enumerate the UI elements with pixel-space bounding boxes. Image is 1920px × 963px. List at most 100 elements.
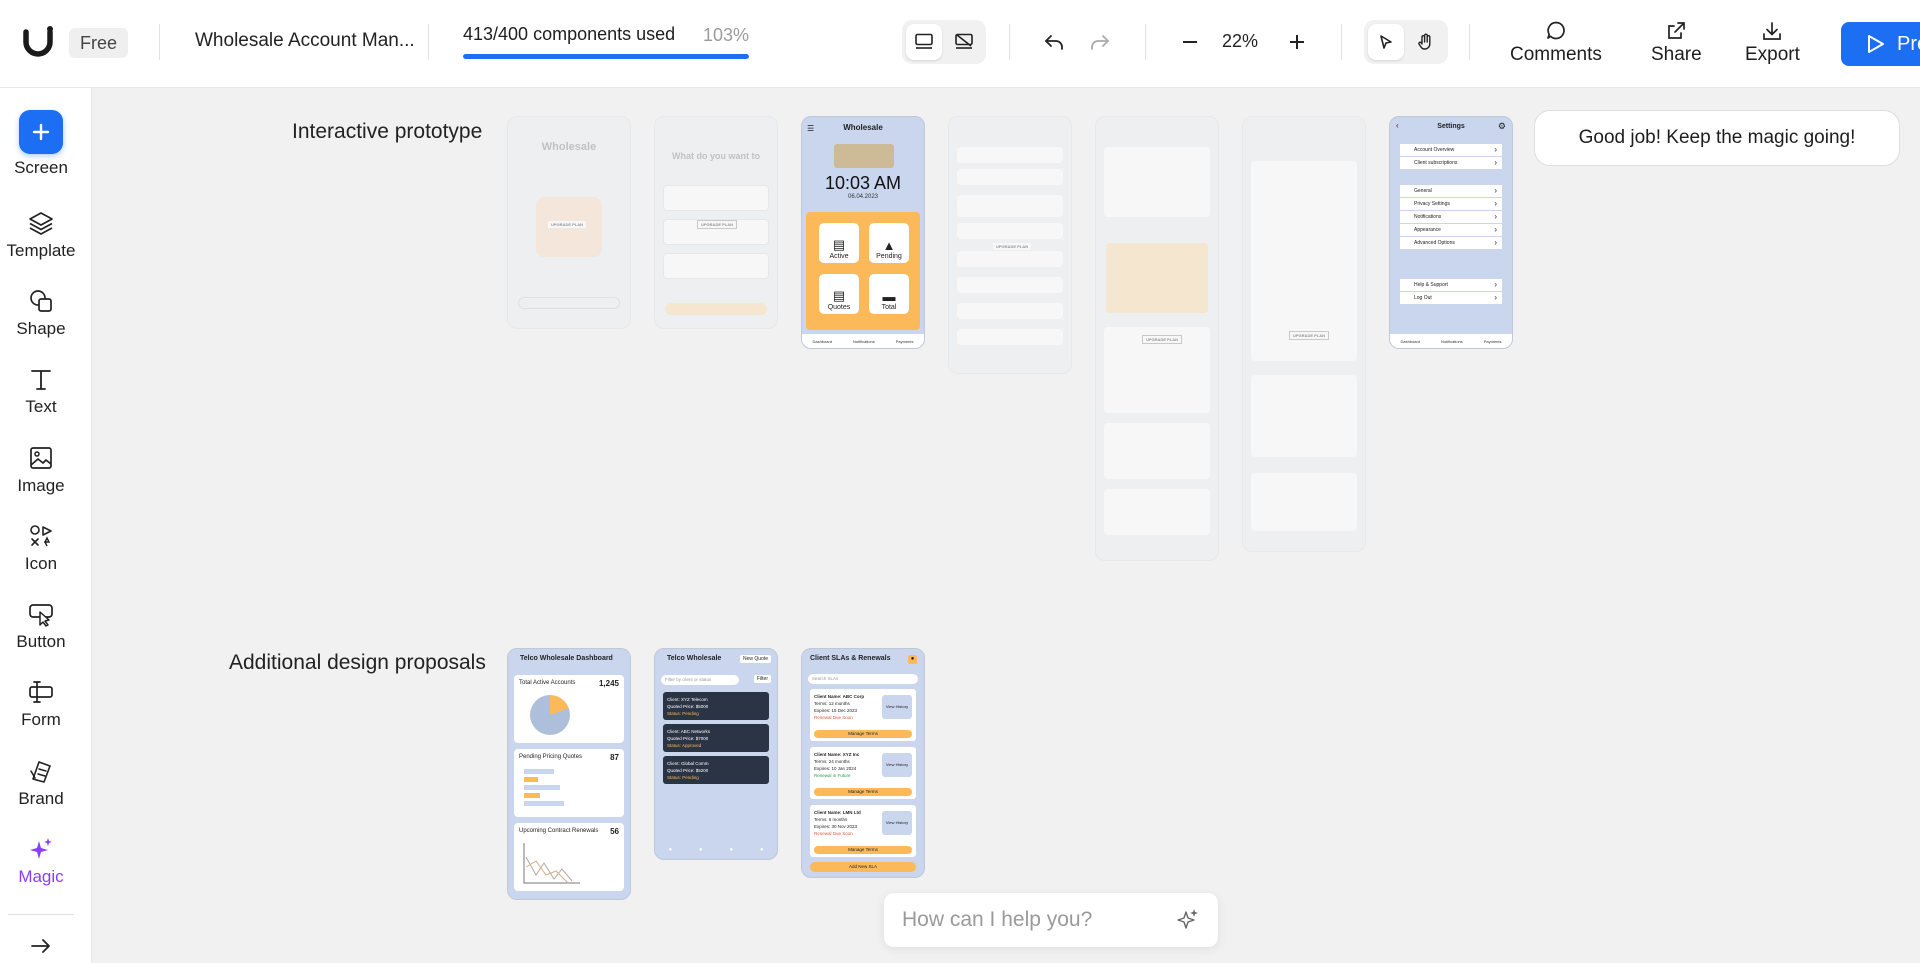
add-sla-button[interactable]: Add New SLA (810, 862, 916, 872)
comments-button[interactable]: Comments (1510, 20, 1602, 66)
get-started-button[interactable] (518, 297, 620, 309)
hide-ui-view-button[interactable] (946, 24, 982, 60)
upgrade-badge[interactable]: UPGRADE PLAN (697, 220, 738, 229)
screen-frame-profile[interactable]: UPGRADE PLAN (1242, 116, 1366, 552)
list-item[interactable] (957, 251, 1063, 267)
view-history-button[interactable]: View History (882, 811, 912, 835)
nav-item-dashboard[interactable]: Dashboard (812, 339, 832, 344)
upgrade-badge[interactable]: UPGRADE PLAN (1289, 331, 1330, 340)
zoom-level[interactable]: 22% (1222, 31, 1258, 52)
stat-card[interactable]: Upcoming Contract Renewals 56 (514, 823, 624, 891)
screen-frame-alerts[interactable]: UPGRADE PLAN (948, 116, 1072, 374)
stat-card[interactable]: Total Active Accounts 1,245 (514, 675, 624, 743)
settings-row[interactable]: Advanced Options (1400, 237, 1502, 249)
zoom-out-button[interactable] (1174, 26, 1206, 58)
search-input[interactable]: Filter by client or status (661, 675, 739, 685)
new-quote-button[interactable]: New Quote (739, 655, 771, 663)
sidebar-item-button[interactable]: Button (0, 600, 82, 652)
status-card-quotes[interactable]: ▤ Quotes (819, 274, 859, 314)
back-icon[interactable]: ‹ (1396, 121, 1399, 130)
settings-row[interactable]: Help & Support (1400, 279, 1502, 291)
nav-item-payments[interactable]: Payments (896, 339, 914, 344)
settings-row[interactable]: Notifications (1400, 211, 1502, 223)
sidebar-item-shape[interactable]: Shape (0, 287, 82, 339)
quote-card[interactable]: Client: XYZ Telecom Quoted Price: $5000 … (663, 692, 769, 720)
gear-icon[interactable]: ⚙ (1498, 121, 1506, 132)
filter-button[interactable]: Filter (753, 675, 771, 683)
present-button[interactable]: Pre (1841, 22, 1920, 66)
project-name[interactable]: Wholesale Account Man... (195, 30, 415, 52)
upgrade-badge[interactable]: UPGRADE PLAN (993, 243, 1032, 250)
proposal-frame-slas[interactable]: Client SLAs & Renewals ● Search SLAs Cli… (801, 648, 925, 878)
status-card-pending[interactable]: ▲ Pending (869, 223, 909, 263)
proposal-frame-dashboard[interactable]: Telco Wholesale Dashboard Total Active A… (507, 648, 631, 900)
hand-tool-button[interactable] (1408, 24, 1444, 60)
desktop-view-button[interactable] (906, 24, 942, 60)
list-item[interactable] (957, 169, 1063, 185)
share-button[interactable]: Share (1651, 20, 1702, 66)
export-button[interactable]: Export (1745, 20, 1800, 66)
ai-chat-input[interactable] (902, 908, 1174, 932)
manage-terms-button[interactable]: Manage Terms (814, 788, 912, 796)
nav-item-notifications[interactable]: Notifications (1441, 339, 1463, 344)
usage-meter[interactable]: 413/400 components used 103% (463, 24, 749, 59)
option-card[interactable] (663, 253, 769, 279)
screen-frame-welcome[interactable]: Wholesale UPGRADE PLAN (507, 116, 631, 329)
sidebar-item-text[interactable]: Text (0, 365, 82, 417)
upgrade-badge[interactable]: UPGRADE PLAN (548, 221, 587, 228)
settings-row[interactable]: Account Overview (1400, 144, 1502, 156)
list-item[interactable] (957, 147, 1063, 163)
quote-card[interactable]: Client: ABC Networks Quoted Price: $7000… (663, 724, 769, 752)
settings-row[interactable]: Client subscriptions (1400, 157, 1502, 169)
screen-frame-options[interactable]: What do you want to UPGRADE PLAN (654, 116, 778, 329)
list-item[interactable] (957, 195, 1063, 217)
nav-item-payments[interactable]: Payments (1484, 339, 1502, 344)
sidebar-item-screen[interactable]: Screen (0, 110, 82, 178)
list-item[interactable] (957, 303, 1063, 319)
status-card-total[interactable]: ▬ Total (869, 274, 909, 314)
search-input[interactable]: Search SLAs (808, 674, 918, 684)
proceed-button[interactable] (665, 303, 767, 315)
sidebar-item-brand[interactable]: Brand (0, 757, 82, 809)
expand-sidebar-button[interactable] (0, 936, 82, 956)
sla-card[interactable]: Client Name: XYZ Inc Terms: 24 months Ex… (810, 747, 916, 799)
settings-row[interactable]: Log Out (1400, 292, 1502, 304)
view-history-button[interactable]: View History (882, 695, 912, 719)
add-screen-button[interactable] (19, 110, 63, 154)
nav-item-notifications[interactable]: Notifications (853, 339, 875, 344)
screen-frame-home[interactable]: Wholesale ☰ 10:03 AM 06.04.2023 ▤ Active … (801, 116, 925, 349)
quote-card[interactable]: Client: Global Comm Quoted Price: $5200 … (663, 756, 769, 784)
bell-icon[interactable]: ● (908, 655, 917, 664)
manage-terms-button[interactable]: Manage Terms (814, 846, 912, 854)
select-tool-button[interactable] (1368, 24, 1404, 60)
sidebar-item-template[interactable]: Template (0, 209, 82, 261)
screen-frame-settings[interactable]: Settings ‹ ⚙ Account Overview Client sub… (1389, 116, 1513, 349)
menu-icon[interactable]: ☰ (807, 124, 814, 133)
stat-card[interactable]: Pending Pricing Quotes 87 (514, 749, 624, 817)
option-card[interactable] (663, 185, 769, 211)
zoom-in-button[interactable] (1281, 26, 1313, 58)
proposal-frame-quotes[interactable]: Telco Wholesale New Quote Filter by clie… (654, 648, 778, 860)
plan-badge[interactable]: Free (69, 28, 129, 58)
settings-row[interactable]: Appearance (1400, 224, 1502, 236)
sidebar-item-form[interactable]: Form (0, 678, 82, 730)
settings-row[interactable]: General (1400, 185, 1502, 197)
app-logo[interactable] (20, 24, 60, 60)
list-item[interactable] (957, 223, 1063, 239)
undo-button[interactable] (1038, 26, 1070, 58)
sidebar-item-image[interactable]: Image (0, 444, 82, 496)
settings-row[interactable]: Privacy Settings (1400, 198, 1502, 210)
upgrade-badge[interactable]: UPGRADE PLAN (1142, 335, 1183, 344)
sidebar-item-icon[interactable]: Icon (0, 522, 82, 574)
sidebar-item-magic[interactable]: Magic (0, 835, 82, 887)
status-card-active[interactable]: ▤ Active (819, 223, 859, 263)
redo-button[interactable] (1084, 26, 1116, 58)
list-item[interactable] (957, 277, 1063, 293)
list-item[interactable] (957, 329, 1063, 345)
view-history-button[interactable]: View History (882, 753, 912, 777)
screen-frame-dashboard[interactable]: UPGRADE PLAN (1095, 116, 1219, 561)
nav-item-dashboard[interactable]: Dashboard (1400, 339, 1420, 344)
sla-card[interactable]: Client Name: LMN Ltd Terms: 6 months Exp… (810, 805, 916, 857)
sla-card[interactable]: Client Name: ABC Corp Terms: 12 months E… (810, 689, 916, 741)
manage-terms-button[interactable]: Manage Terms (814, 730, 912, 738)
